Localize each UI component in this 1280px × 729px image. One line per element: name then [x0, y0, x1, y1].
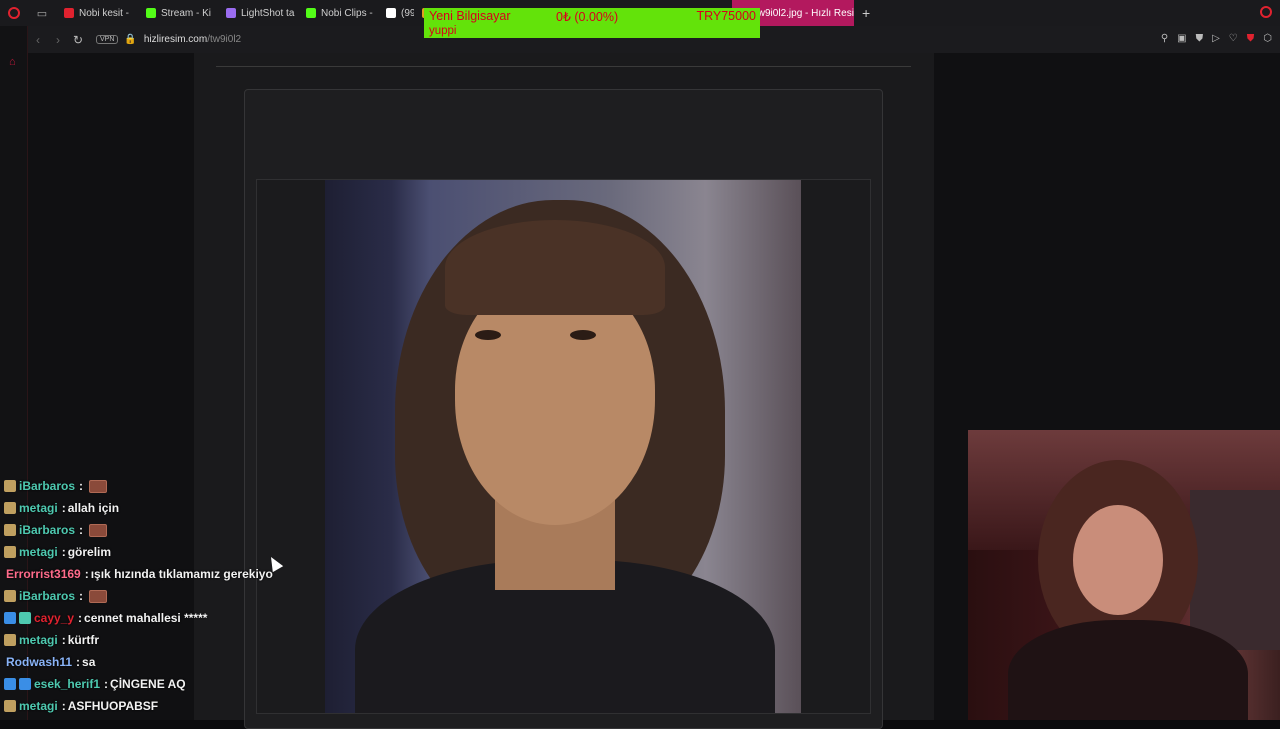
url-path: /tw9i0l2 — [207, 34, 242, 45]
vpn-badge[interactable]: VPN — [96, 35, 119, 44]
back-icon[interactable]: ‹ — [28, 33, 48, 47]
tab-favicon-icon — [386, 8, 396, 18]
snapshot-icon[interactable]: ▣ — [1177, 33, 1186, 44]
adblock-icon[interactable]: ⛊ — [1247, 33, 1255, 44]
chat-username: metagi — [19, 633, 58, 647]
tab-favicon-icon — [64, 8, 74, 18]
chat-username: metagi — [19, 501, 58, 515]
chat-message: iBarbaros: — [4, 520, 108, 540]
donation-ticker: Yeni Bilgisayar 0₺ (0.00%) TRY75000 yupp… — [424, 8, 760, 38]
chat-badge-icon — [19, 612, 31, 624]
pin-icon[interactable]: ⚲ — [1161, 33, 1168, 44]
play-icon[interactable]: ▷ — [1212, 33, 1220, 44]
tab-1[interactable]: Nobi kesit - — [56, 0, 138, 26]
chat-badge-icon — [4, 700, 16, 712]
tab-5[interactable]: (99+) — [378, 0, 414, 26]
chat-separator: : — [79, 479, 84, 493]
uploaded-photo[interactable] — [325, 180, 801, 713]
chat-username: iBarbaros — [19, 523, 76, 537]
url-domain: hizliresim.com — [143, 34, 208, 45]
url-field[interactable]: hizliresim.com/tw9i0l2 — [144, 34, 241, 45]
opera-logo-icon[interactable] — [0, 0, 28, 26]
tab-label: tw9i0l2.jpg - Hızlı Resi — [755, 7, 854, 19]
chat-text: cennet mahallesi ***** — [84, 611, 208, 625]
chat-message: esek_herif1: ÇİNGENE AQ — [4, 674, 186, 694]
sidebar-bag-icon[interactable]: ⌂ — [9, 56, 16, 68]
chat-message: metagi: kürtfr — [4, 630, 99, 650]
chat-text: ışık hızında tıklamamız gerekiyo — [90, 567, 273, 581]
chat-message: cayy_y: cennet mahallesi ***** — [4, 608, 207, 628]
chat-separator: : — [84, 567, 89, 581]
chat-separator: : — [78, 611, 83, 625]
lock-icon[interactable]: 🔒 — [124, 34, 136, 45]
tab-label: Stream - Ki — [161, 7, 212, 19]
chat-badge-icon — [4, 524, 16, 536]
chat-message: metagi: görelim — [4, 542, 111, 562]
chat-badge-icon — [4, 634, 16, 646]
chat-message: metagi: ASFHUOPABSF — [4, 696, 158, 716]
chat-username: metagi — [19, 699, 58, 713]
shield-icon[interactable]: ⛊ — [1196, 33, 1204, 44]
tab-favicon-icon — [146, 8, 156, 18]
tab-overview-icon[interactable]: ▭ — [28, 7, 56, 20]
forward-icon[interactable]: › — [48, 33, 68, 47]
tab-label: Nobi Clips - — [321, 7, 373, 19]
reload-icon[interactable]: ↻ — [68, 33, 88, 47]
chat-message: Rodwash11: sa — [6, 652, 95, 672]
chat-emote-icon — [89, 589, 108, 603]
header-divider — [216, 66, 911, 67]
chat-username: esek_herif1 — [34, 677, 101, 691]
chat-username: iBarbaros — [19, 589, 76, 603]
ticker-subtitle: yuppi — [429, 25, 457, 37]
chat-badge-icon — [4, 590, 16, 602]
ticker-change: 0₺ (0.00%) — [556, 10, 619, 24]
chat-text: kürtfr — [67, 633, 100, 647]
chat-badge-icon — [4, 480, 16, 492]
chat-text: allah için — [67, 501, 120, 515]
extensions-icon[interactable]: ⬡ — [1263, 33, 1272, 44]
new-tab-button[interactable]: + — [854, 5, 878, 21]
tab-4[interactable]: Nobi Clips - — [298, 0, 378, 26]
chat-separator: : — [61, 501, 66, 515]
chat-text: ASFHUOPABSF — [67, 699, 159, 713]
chat-badge-icon — [4, 546, 16, 558]
chat-message: Errorrist3169: ışık hızında tıklamamız g… — [6, 564, 273, 584]
chat-separator: : — [104, 677, 109, 691]
chat-separator: : — [79, 589, 84, 603]
chat-username: iBarbaros — [19, 479, 76, 493]
chat-badge-icon — [4, 678, 16, 690]
chat-separator: : — [61, 633, 66, 647]
tab-search-icon[interactable] — [1260, 6, 1272, 18]
chat-emote-icon — [89, 523, 108, 537]
chat-username: Errorrist3169 — [6, 567, 81, 581]
chat-username: metagi — [19, 545, 58, 559]
tab-2[interactable]: Stream - Ki — [138, 0, 218, 26]
ticker-value: TRY75000 — [696, 9, 756, 23]
chat-message: iBarbaros: — [4, 586, 108, 606]
chat-separator: : — [61, 545, 66, 559]
chat-text: sa — [82, 655, 96, 669]
chat-badge-icon — [4, 502, 16, 514]
tab-label: (99+) — [401, 7, 414, 19]
chat-separator: : — [79, 523, 84, 537]
tab-favicon-icon — [306, 8, 316, 18]
tab-3[interactable]: LightShot ta — [218, 0, 298, 26]
tab-label: Nobi kesit - — [79, 7, 130, 19]
chat-separator: : — [76, 655, 81, 669]
chat-badge-icon — [4, 612, 16, 624]
chat-emote-icon — [89, 479, 108, 493]
chat-username: cayy_y — [34, 611, 75, 625]
ticker-title: Yeni Bilgisayar — [429, 9, 511, 23]
chat-message: metagi: allah için — [4, 498, 119, 518]
chat-username: Rodwash11 — [6, 655, 73, 669]
chat-message: iBarbaros: — [4, 476, 108, 496]
chat-text: görelim — [67, 545, 112, 559]
chat-text: ÇİNGENE AQ — [110, 677, 186, 691]
chat-separator: : — [61, 699, 66, 713]
tab-favicon-icon — [226, 8, 236, 18]
tab-label: LightShot ta — [241, 7, 295, 19]
webcam-overlay — [968, 430, 1280, 720]
chat-badge-icon — [19, 678, 31, 690]
heart-icon[interactable]: ♡ — [1229, 33, 1238, 44]
